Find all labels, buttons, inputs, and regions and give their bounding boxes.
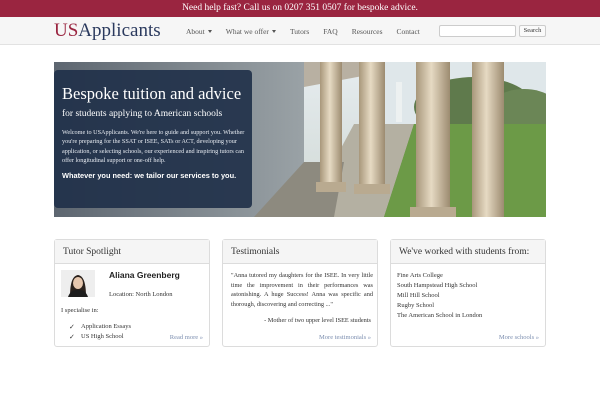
check-icon: ✓ — [69, 333, 75, 341]
list-item: Rugby School — [397, 302, 435, 309]
hero-overlay: Bespoke tuition and advice for students … — [54, 70, 252, 208]
main-nav: About What we offer Tutors FAQ Resources… — [186, 17, 434, 45]
caret-down-icon — [207, 30, 212, 34]
tutor-location: Location: North London — [109, 291, 173, 298]
hero-title: Bespoke tuition and advice — [62, 84, 242, 103]
nav-about-label: About — [186, 26, 205, 36]
specialty-list: ✓ Application Essays ✓ US High School — [69, 322, 131, 342]
navbar: USApplicants About What we offer Tutors … — [0, 17, 600, 45]
panel-title: Tutor Spotlight — [55, 240, 209, 264]
search-input[interactable] — [439, 25, 516, 37]
list-item: South Hampstead High School — [397, 282, 478, 289]
nav-tutors[interactable]: Tutors — [290, 27, 309, 36]
list-item: Mill Hill School — [397, 292, 440, 299]
avatar — [61, 270, 95, 297]
nav-contact[interactable]: Contact — [397, 27, 420, 36]
testimonial-quote: "Anna tutored my daughters for the ISEE.… — [231, 272, 373, 308]
brand-logo[interactable]: USApplicants — [54, 20, 161, 42]
brand-part-us: US — [54, 20, 79, 41]
brand-part-applicants: Applicants — [78, 20, 161, 41]
specialise-label: I specialise in: — [61, 307, 99, 314]
hero-tagline: Whatever you need: we tailor our service… — [62, 170, 237, 180]
specialty-label: Application Essays — [81, 323, 132, 330]
nav-faq[interactable]: FAQ — [323, 27, 337, 36]
specialty-label: US High School — [81, 333, 124, 340]
school-list: Fine Arts College South Hampstead High S… — [397, 271, 482, 321]
hero-subtitle: for students applying to American school… — [62, 109, 223, 119]
testimonial-author: - Mother of two upper level ISEE student… — [264, 317, 371, 324]
list-item: The American School in London — [397, 312, 483, 319]
search-button[interactable]: Search — [519, 25, 546, 37]
tutor-name: Aliana Greenberg — [109, 270, 180, 280]
caret-down-icon — [271, 30, 276, 34]
schools-panel: We've worked with students from: Fine Ar… — [390, 239, 546, 347]
nav-what-we-offer[interactable]: What we offer — [226, 27, 276, 36]
more-testimonials-link[interactable]: More testimonials » — [319, 334, 371, 341]
nav-what-we-offer-label: What we offer — [225, 26, 269, 36]
top-announcement-bar: Need help fast? Call us on 0207 351 0507… — [0, 0, 600, 17]
testimonials-panel: Testimonials "Anna tutored my daughters … — [222, 239, 378, 347]
nav-about[interactable]: About — [186, 27, 212, 36]
list-item: ✓ Application Essays — [69, 322, 131, 332]
hero-welcome-text: Welcome to USApplicants. We're here to g… — [62, 129, 245, 165]
tutor-spotlight-panel: Tutor Spotlight Aliana Greenberg Locatio… — [54, 239, 210, 347]
more-schools-link[interactable]: More schools » — [499, 334, 539, 341]
list-item: Fine Arts College — [397, 272, 443, 279]
tutor-photo — [61, 270, 95, 297]
panel-title: We've worked with students from: — [391, 240, 545, 264]
check-icon: ✓ — [69, 323, 75, 331]
nav-resources[interactable]: Resources — [352, 27, 383, 36]
panel-title: Testimonials — [223, 240, 377, 264]
list-item: ✓ US High School — [69, 332, 131, 342]
read-more-link[interactable]: Read more » — [170, 334, 203, 341]
